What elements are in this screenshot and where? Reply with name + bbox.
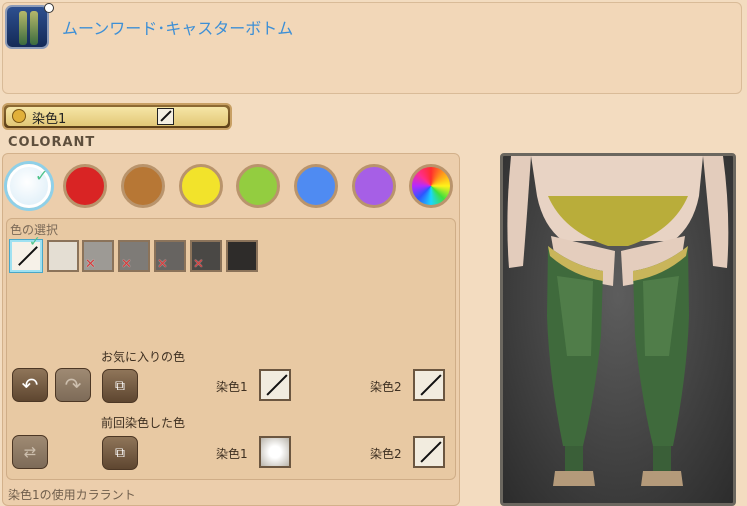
dye-tab-label: 染色1 xyxy=(32,112,67,127)
favorite-dye1-box[interactable] xyxy=(259,369,291,401)
color-circle-yellow[interactable] xyxy=(179,164,223,208)
swatch-5[interactable]: ✕ xyxy=(190,240,222,272)
item-icon xyxy=(5,5,49,49)
apply-previous-button[interactable]: ⧉ xyxy=(102,436,138,470)
color-circle-red[interactable] xyxy=(63,164,107,208)
character-preview[interactable] xyxy=(500,153,736,506)
color-circle-green[interactable] xyxy=(236,164,280,208)
apply-favorite-button[interactable]: ⧉ xyxy=(102,369,138,403)
apply-color-icon: ⧉ xyxy=(115,378,125,394)
swatch-2[interactable]: ✕ xyxy=(82,240,114,272)
dye-tab-current-color xyxy=(157,108,174,125)
redo-arrow-icon: ↷ xyxy=(64,373,82,397)
swap-dyes-button[interactable]: ⇄ xyxy=(12,435,48,469)
swatch-3[interactable]: ✕ xyxy=(118,240,150,272)
unavailable-x-icon: ✕ xyxy=(121,257,132,272)
favorite-dye1-label: 染色1 xyxy=(216,380,248,394)
favorites-heading: お気に入りの色 xyxy=(101,350,186,364)
swap-icon: ⇄ xyxy=(23,443,37,461)
swatch-1[interactable] xyxy=(47,240,79,272)
item-status-dot-icon xyxy=(44,3,54,13)
unavailable-x-icon: ✕ xyxy=(85,257,96,272)
dye-1-tab[interactable]: 染色1 xyxy=(2,103,232,130)
previous-heading: 前回染色した色 xyxy=(101,416,186,430)
unavailable-x-icon: ✕ xyxy=(157,257,168,272)
color-circle-brown[interactable] xyxy=(121,164,165,208)
swatch-6[interactable] xyxy=(226,240,258,272)
dye1-used-colorant-label: 染色1の使用カララント xyxy=(8,488,136,502)
apply-color-icon: ⧉ xyxy=(115,445,125,461)
dye-pot-icon xyxy=(12,109,26,123)
previous-dye2-label: 染色2 xyxy=(370,447,402,461)
item-name: ムーンワード･キャスターボトム xyxy=(62,19,294,38)
previous-dye1-label: 染色1 xyxy=(216,447,248,461)
swatch-4[interactable]: ✕ xyxy=(154,240,186,272)
favorite-dye2-box[interactable] xyxy=(413,369,445,401)
previous-dye2-box[interactable] xyxy=(413,436,445,468)
favorite-dye2-label: 染色2 xyxy=(370,380,402,394)
character-legs-image xyxy=(507,156,729,486)
redo-button[interactable]: ↷ xyxy=(55,368,91,402)
unavailable-x-icon: ✕ xyxy=(193,257,204,272)
selected-check-icon: ✓ xyxy=(29,234,41,250)
undo-button[interactable]: ↶ xyxy=(12,368,48,402)
colorant-heading: COLORANT xyxy=(8,135,96,150)
undo-arrow-icon: ↶ xyxy=(21,373,39,397)
color-circle-purple[interactable] xyxy=(352,164,396,208)
color-circle-blue[interactable] xyxy=(294,164,338,208)
selected-check-icon: ✓ xyxy=(35,166,49,185)
color-circle-rainbow[interactable] xyxy=(409,164,453,208)
previous-dye1-box[interactable] xyxy=(259,436,291,468)
